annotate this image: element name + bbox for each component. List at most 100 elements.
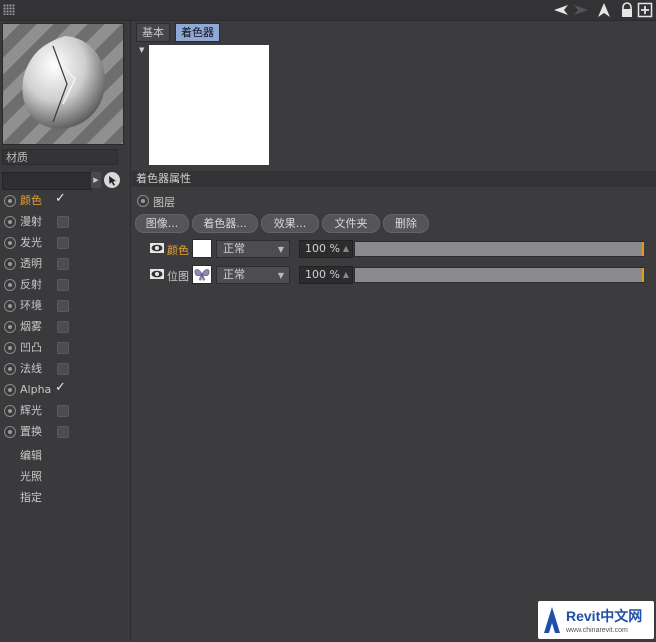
opacity-field[interactable]: 100 % ▲ [299,266,353,284]
checkbox[interactable] [57,237,69,249]
up-arrow-icon[interactable] [596,2,612,18]
radio-icon[interactable] [4,426,16,438]
chevron-down-icon: ▼ [277,245,284,254]
channel-item[interactable]: 反射 [3,276,128,294]
material-preview[interactable] [2,23,124,145]
channel-label[interactable]: 置换 [20,424,42,440]
opacity-value: 100 % [305,268,340,281]
channel-label[interactable]: 发光 [20,235,42,251]
effect-button[interactable]: 效果... [261,214,319,233]
tab-shader[interactable]: 着色器 [175,23,220,42]
image-button[interactable]: 图像... [135,214,189,233]
layer-row-color[interactable]: 颜色 正常 ▼ 100 % ▲ [148,239,648,259]
eye-icon[interactable] [150,269,164,279]
blend-mode-value: 正常 [223,268,245,281]
radio-icon[interactable] [4,363,16,375]
radio-icon[interactable] [4,237,16,249]
checkbox[interactable] [57,258,69,270]
radio-icon[interactable] [4,405,16,417]
channel-item[interactable]: 环境 [3,297,128,315]
radio-icon[interactable] [4,195,16,207]
checkbox[interactable] [57,342,69,354]
slider-handle[interactable] [642,268,644,282]
channel-item[interactable]: 辉光 [3,402,128,420]
channel-illumination-label[interactable]: 光照 [20,468,42,484]
channel-item[interactable]: 颜色 ✓ [3,191,128,210]
radio-icon[interactable] [4,321,16,333]
channel-edit-label[interactable]: 编辑 [20,447,42,463]
channel-item[interactable]: 置换 [3,423,128,441]
chevron-down-icon: ▼ [277,271,284,280]
channel-label[interactable]: 烟雾 [20,319,42,335]
channel-item[interactable]: 烟雾 [3,318,128,336]
channel-item[interactable]: 法线 [3,360,128,378]
checkbox[interactable] [57,363,69,375]
lock-icon[interactable] [619,2,635,18]
forward-arrow-icon[interactable] [573,2,589,18]
blend-mode-select[interactable]: 正常 ▼ [216,240,290,258]
opacity-field[interactable]: 100 % ▲ [299,240,353,258]
bitmap-thumbnail[interactable] [192,265,212,284]
channel-label[interactable]: 凹凸 [20,340,42,356]
radio-icon[interactable] [4,342,16,354]
channel-label[interactable]: 透明 [20,256,42,272]
slider-fill [355,268,643,282]
radio-icon[interactable] [4,300,16,312]
channel-item[interactable]: 发光 [3,234,128,252]
checkbox[interactable] [57,321,69,333]
layer-radio-icon[interactable] [137,195,149,207]
channel-item[interactable]: 凹凸 [3,339,128,357]
watermark-logo: Revit中文网 www.chinarevit.com [538,601,654,639]
checkmark-icon[interactable]: ✓ [55,191,66,206]
radio-icon[interactable] [4,384,16,396]
search-input[interactable] [2,172,92,190]
new-window-icon[interactable] [637,2,653,18]
checkbox[interactable] [57,426,69,438]
spinner-icon[interactable]: ▲ [343,267,349,283]
expand-arrow-button[interactable]: ▶ [91,172,101,188]
butterfly-icon [194,269,210,281]
layer-name[interactable]: 颜色 [167,242,189,258]
back-arrow-icon[interactable] [553,2,569,18]
slider-handle[interactable] [642,242,644,256]
channel-label[interactable]: 环境 [20,298,42,314]
watermark-url: www.chinarevit.com [565,627,628,634]
channel-label[interactable]: 颜色 [20,193,42,209]
channel-label[interactable]: 辉光 [20,403,42,419]
blend-mode-select[interactable]: 正常 ▼ [216,266,290,284]
grip-icon[interactable] [3,4,15,15]
shader-button[interactable]: 着色器... [192,214,258,233]
color-swatch[interactable] [192,239,212,258]
cursor-pick-icon[interactable] [104,172,120,188]
checkbox[interactable] [57,279,69,291]
delete-button[interactable]: 删除 [383,214,429,233]
material-left-panel: 材质 ▶ 颜色 ✓ 漫射发光透明反射环境烟雾凹凸法线 Alpha ✓ 辉光置换 编辑 光照… [0,21,131,641]
spinner-icon[interactable]: ▲ [343,241,349,257]
slider-fill [355,242,643,256]
material-name-field[interactable]: 材质 [2,149,118,165]
eye-icon[interactable] [150,243,164,253]
folder-button[interactable]: 文件夹 [322,214,380,233]
checkbox[interactable] [57,405,69,417]
opacity-slider[interactable] [354,267,644,283]
channel-assign-label[interactable]: 指定 [20,489,42,505]
channel-item[interactable]: 透明 [3,255,128,273]
channel-item[interactable]: Alpha ✓ [3,380,128,399]
radio-icon[interactable] [4,216,16,228]
tab-basic[interactable]: 基本 [136,23,170,42]
radio-icon[interactable] [4,258,16,270]
checkbox[interactable] [57,300,69,312]
channel-label[interactable]: 反射 [20,277,42,293]
top-toolbar [0,0,656,21]
collapse-triangle-icon[interactable]: ▼ [139,46,144,54]
checkbox[interactable] [57,216,69,228]
checkmark-icon[interactable]: ✓ [55,380,66,395]
layer-name[interactable]: 位图 [167,268,189,284]
channel-item[interactable]: 漫射 [3,213,128,231]
channel-label[interactable]: 法线 [20,361,42,377]
channel-label[interactable]: Alpha [20,382,51,398]
layer-row-bitmap[interactable]: 位图 正常 ▼ 100 % ▲ [148,265,648,285]
channel-label[interactable]: 漫射 [20,214,42,230]
opacity-slider[interactable] [354,241,644,257]
radio-icon[interactable] [4,279,16,291]
